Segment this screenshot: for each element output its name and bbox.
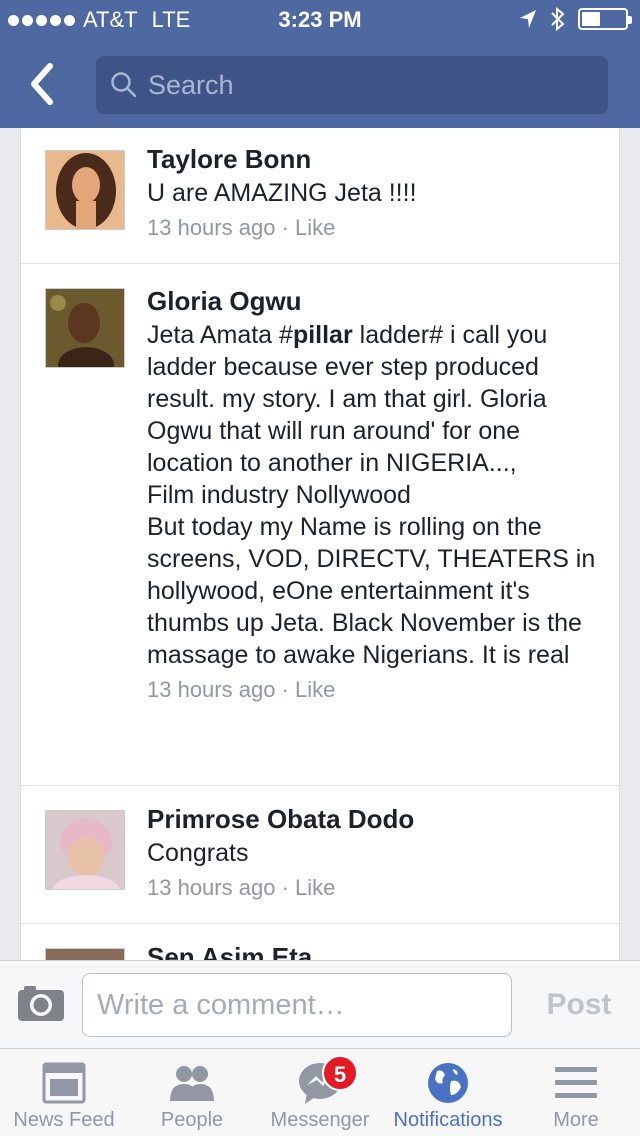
status-bar: AT&T LTE 3:23 PM [0, 0, 640, 40]
avatar[interactable] [45, 810, 125, 890]
meta-separator: · [281, 215, 289, 240]
tab-messenger[interactable]: 5 Messenger [256, 1049, 384, 1136]
bluetooth-icon [551, 6, 565, 32]
comment-item: Taylore Bonn U are AMAZING Jeta !!!! 13 … [21, 128, 619, 264]
comment-time: 13 hours ago [147, 215, 276, 240]
comment-item: Sen Asim Eta [21, 924, 619, 960]
camera-button[interactable] [16, 983, 66, 1025]
news-feed-icon [42, 1062, 86, 1104]
tab-label: Notifications [393, 1109, 503, 1131]
post-button[interactable]: Post [534, 983, 624, 1027]
comment-author[interactable]: Primrose Obata Dodo [147, 804, 599, 834]
avatar[interactable] [45, 150, 125, 230]
like-link[interactable]: Like [295, 875, 335, 900]
avatar[interactable] [45, 288, 125, 368]
search-box[interactable] [96, 56, 608, 114]
tab-bar: News Feed People 5 Messenger Notificatio… [0, 1048, 640, 1136]
like-link[interactable]: Like [295, 677, 335, 702]
hashtag-bold: pillar [292, 321, 353, 349]
comment-text: Jeta Amata #pillar ladder# i call you la… [147, 319, 599, 671]
tab-news-feed[interactable]: News Feed [0, 1049, 128, 1136]
comment-author[interactable]: Gloria Ogwu [147, 286, 599, 316]
header-bar: AT&T LTE 3:23 PM [0, 0, 640, 128]
chevron-left-icon [31, 63, 53, 105]
comment-text: Congrats [147, 839, 249, 867]
battery-icon [578, 8, 632, 30]
tab-more[interactable]: More [512, 1049, 640, 1136]
comments-card: Taylore Bonn U are AMAZING Jeta !!!! 13 … [20, 128, 620, 960]
comment-input[interactable] [82, 973, 512, 1037]
tab-label: Messenger [270, 1109, 370, 1131]
comment-time: 13 hours ago [147, 677, 276, 702]
globe-icon [428, 1063, 468, 1103]
comment-item: Primrose Obata Dodo Congrats 13 hours ag… [21, 786, 619, 924]
avatar[interactable] [45, 948, 125, 960]
comment-item: Gloria Ogwu Jeta Amata #pillar ladder# i… [21, 264, 619, 786]
comment-meta: 13 hours ago · Like [147, 873, 599, 903]
tab-notifications[interactable]: Notifications [384, 1049, 512, 1136]
back-button[interactable] [20, 56, 70, 112]
meta-separator: · [281, 677, 289, 702]
meta-separator: · [281, 875, 289, 900]
search-input[interactable] [148, 69, 588, 101]
tab-label: More [553, 1109, 599, 1131]
comment-meta: 13 hours ago · Like [147, 675, 599, 705]
nav-bar [0, 40, 640, 128]
menu-icon [555, 1067, 597, 1098]
comment-author[interactable]: Taylore Bonn [147, 144, 599, 174]
comment-meta: 13 hours ago · Like [147, 213, 599, 243]
comment-composer: Post [0, 960, 640, 1048]
tab-label: People [160, 1109, 224, 1131]
comment-time: 13 hours ago [147, 875, 276, 900]
camera-icon [18, 986, 64, 1021]
tab-people[interactable]: People [128, 1049, 256, 1136]
search-icon [111, 72, 137, 98]
comments-area[interactable]: Taylore Bonn U are AMAZING Jeta !!!! 13 … [0, 128, 640, 960]
people-icon [170, 1066, 214, 1101]
comment-text-start: Jeta Amata # [147, 321, 293, 349]
comment-text-rest: ladder# i call you ladder because ever s… [147, 321, 596, 669]
notification-badge: 5 [322, 1055, 358, 1091]
comment-author[interactable]: Sen Asim Eta [147, 942, 599, 960]
location-arrow-icon [520, 10, 536, 28]
like-link[interactable]: Like [295, 215, 335, 240]
comment-text: U are AMAZING Jeta !!!! [147, 179, 417, 207]
tab-label: News Feed [13, 1109, 115, 1131]
